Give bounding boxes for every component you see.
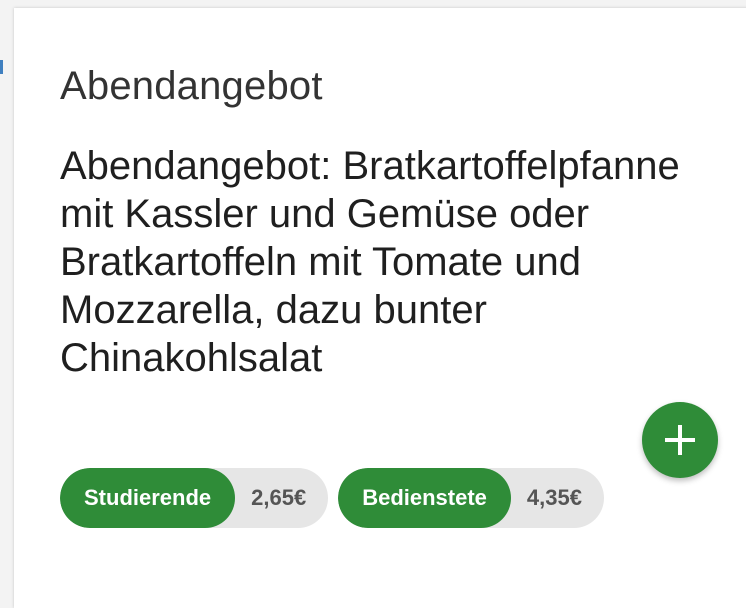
price-value: 4,35€ [526,485,582,510]
plus-icon [665,425,695,455]
price-group-label: Studierende [60,468,236,528]
price-group-label: Bedienstete [338,468,511,528]
meal-card: Abendangebot Abendangebot: Bratkartoffel… [14,8,746,608]
price-list: Studierende 2,65€ Bedienstete 4,35€ [60,468,604,528]
meal-category-title: Abendangebot [60,64,323,108]
price-value: 2,65€ [251,485,307,510]
meal-description: Abendangebot: Bratkartoffelpfanne mit Ka… [60,144,680,380]
left-edge-indicator [0,60,3,74]
price-chip-studierende: Studierende 2,65€ [60,468,329,528]
add-button[interactable] [642,402,718,478]
price-chip-bedienstete: Bedienstete 4,35€ [338,468,604,528]
